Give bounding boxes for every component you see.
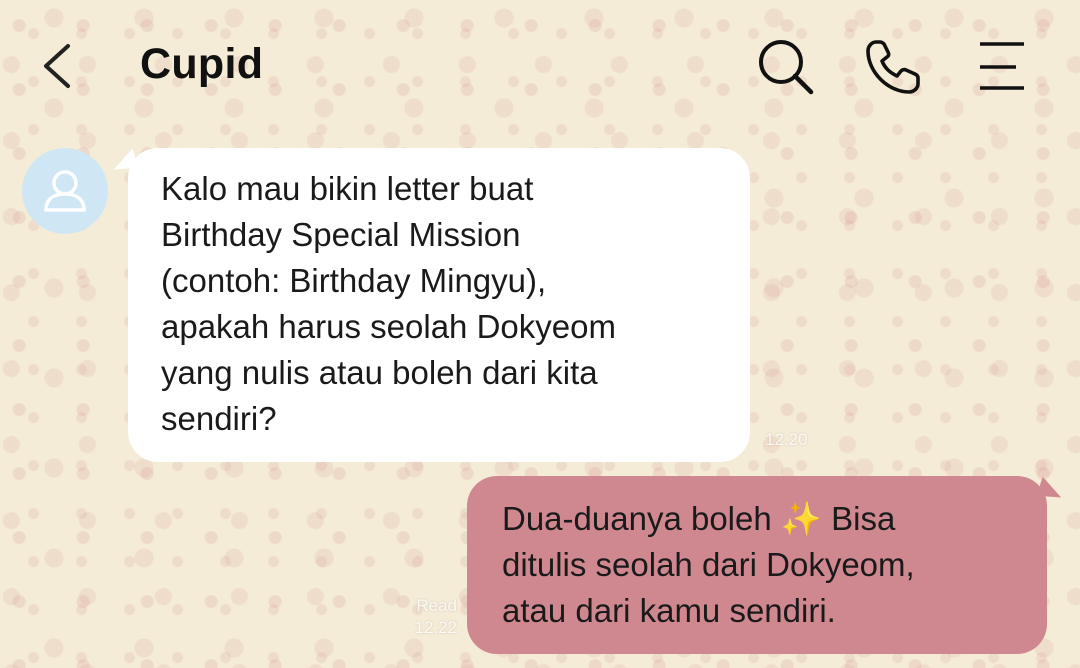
read-status: Read	[416, 596, 457, 615]
contact-avatar[interactable]	[22, 148, 108, 234]
phone-icon	[866, 40, 920, 94]
back-button[interactable]	[36, 38, 80, 94]
message-time: 12.20	[765, 430, 808, 449]
bubble-tail	[109, 148, 139, 176]
search-button[interactable]	[755, 36, 817, 98]
message-text: Kalo mau bikin letter buat Birthday Spec…	[161, 170, 616, 437]
menu-icon	[980, 42, 1024, 90]
incoming-message-bubble[interactable]: Kalo mau bikin letter buat Birthday Spec…	[109, 148, 750, 462]
menu-button[interactable]	[972, 36, 1034, 98]
chat-header: Cupid	[0, 0, 1080, 130]
chat-title: Cupid	[140, 40, 264, 88]
call-button[interactable]	[862, 36, 924, 98]
user-icon	[44, 170, 86, 212]
message-text: Dua-duanya boleh ✨ Bisa ditulis seolah d…	[502, 500, 915, 629]
chevron-left-icon	[44, 44, 70, 88]
search-icon	[759, 40, 814, 95]
bubble-tail	[1036, 476, 1066, 504]
outgoing-message-bubble[interactable]: Dua-duanya boleh ✨ Bisa ditulis seolah d…	[467, 476, 1066, 654]
message-time: 12.22	[414, 618, 457, 637]
